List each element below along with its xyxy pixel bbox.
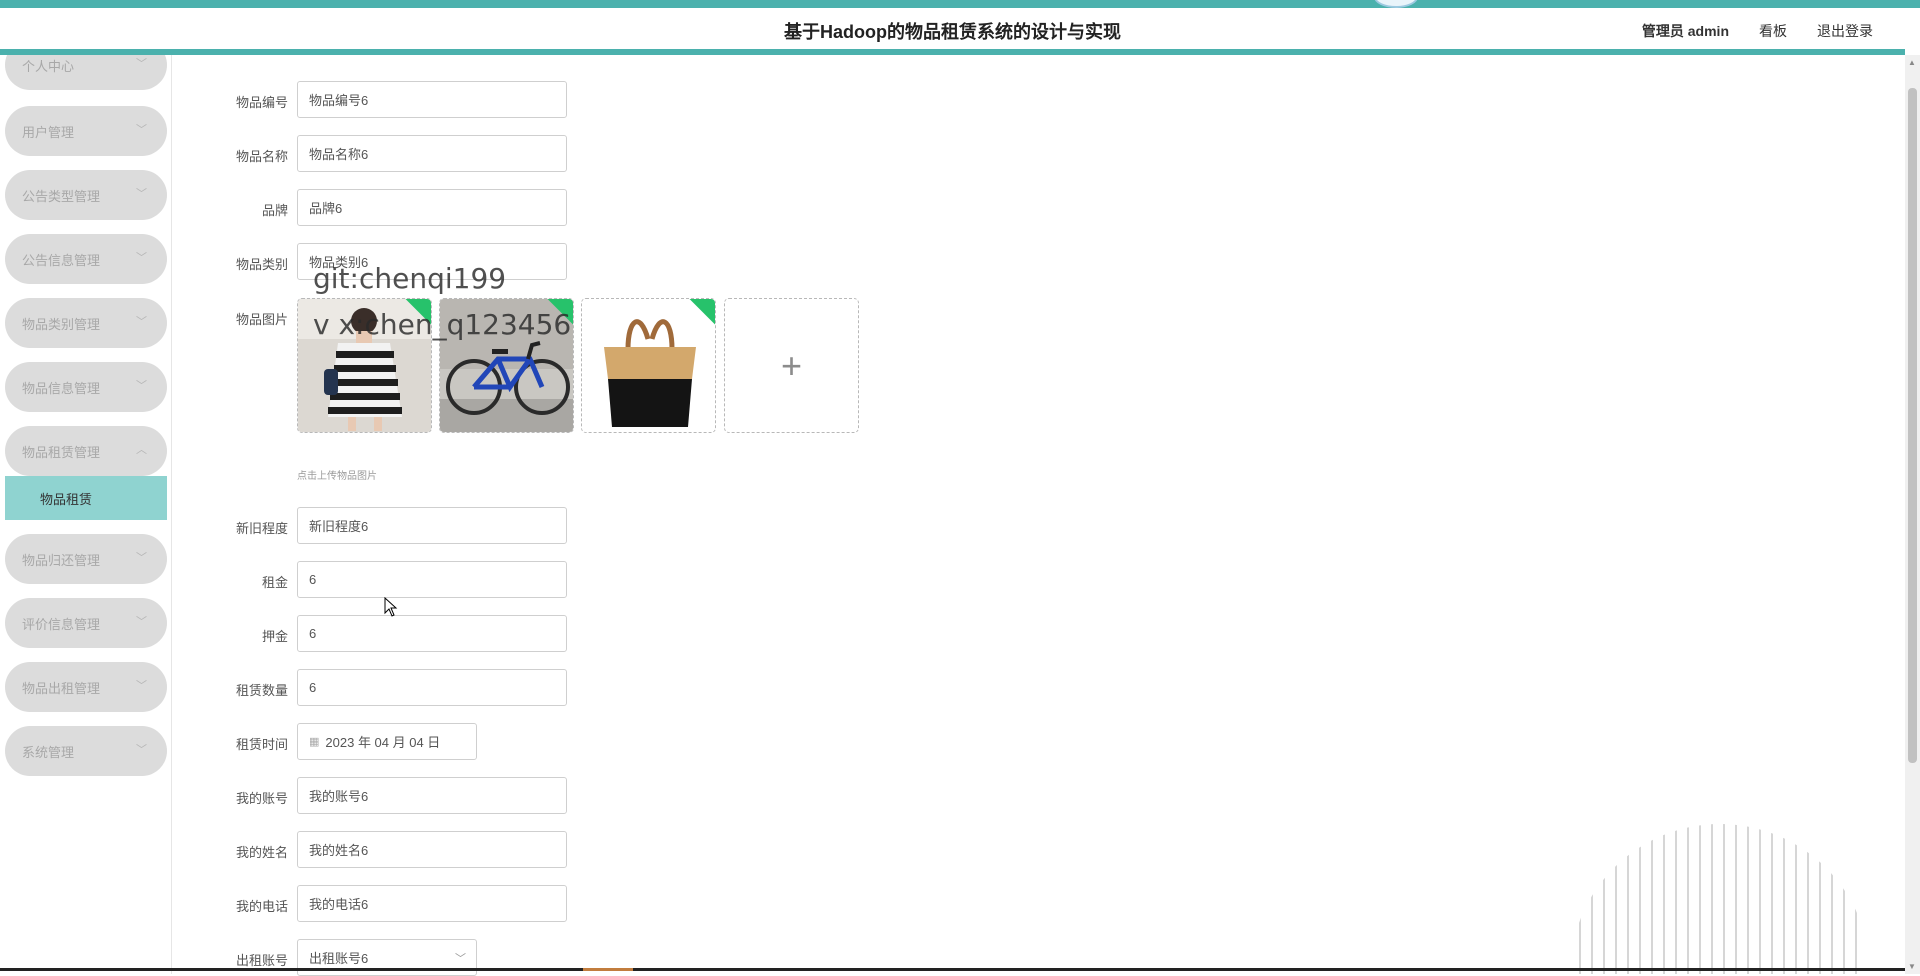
chevron-down-icon: ﹀ — [136, 552, 147, 564]
my-name-field[interactable]: 我的姓名6 — [297, 831, 567, 868]
chevron-down-icon: ﹀ — [136, 380, 147, 392]
image-thumbnail-bag[interactable] — [581, 298, 716, 433]
sidebar-item-system-management[interactable]: 系统管理 ﹀ — [5, 726, 167, 776]
chevron-down-icon: ﹀ — [136, 316, 147, 328]
sidebar-item-label: 系统管理 — [22, 744, 75, 760]
decorative-stripes — [1579, 824, 1857, 974]
item-image-label: 物品图片 — [235, 312, 288, 327]
lessor-account-label: 出租账号 — [235, 953, 288, 968]
rent-label: 租金 — [261, 575, 288, 590]
item-name-field[interactable]: 物品名称6 — [297, 135, 567, 172]
condition-label: 新旧程度 — [235, 521, 288, 536]
sidebar-item-label: 评价信息管理 — [22, 616, 101, 632]
plus-icon: + — [780, 344, 803, 386]
sidebar-item-item-category[interactable]: 物品类别管理 ﹀ — [5, 298, 167, 348]
chevron-down-icon: ﹀ — [136, 188, 147, 200]
chevron-down-icon: ﹀ — [136, 58, 147, 70]
header: 基于Hadoop的物品租赁系统的设计与实现 管理员 admin 看板 退出登录 — [0, 8, 1905, 55]
chevron-down-icon: ﹀ — [136, 680, 147, 692]
admin-user-label: 管理员 admin — [1641, 23, 1729, 39]
my-account-label: 我的账号 — [235, 791, 288, 806]
logout-link[interactable]: 退出登录 — [1817, 21, 1873, 41]
sidebar-item-label: 公告信息管理 — [22, 252, 101, 268]
sidebar-item-return-management[interactable]: 物品归还管理 ﹀ — [5, 534, 167, 584]
sidebar-item-lease-out-management[interactable]: 物品出租管理 ﹀ — [5, 662, 167, 712]
chevron-down-icon: ﹀ — [136, 124, 147, 136]
rental-quantity-field[interactable]: 6 — [297, 669, 567, 706]
item-category-label: 物品类别 — [235, 257, 288, 272]
item-no-label: 物品编号 — [235, 95, 288, 110]
sidebar-item-notice-type[interactable]: 公告类型管理 ﹀ — [5, 170, 167, 220]
sidebar-item-notice-info[interactable]: 公告信息管理 ﹀ — [5, 234, 167, 284]
sidebar-item-label: 物品归还管理 — [22, 552, 101, 568]
top-accent-strip — [0, 0, 1920, 8]
sidebar-item-rental-management[interactable]: 物品租赁管理 ︿ — [5, 426, 167, 476]
sidebar-item-label: 个人中心 — [22, 58, 75, 74]
watermark-line-1: git:chenqi199 — [313, 262, 507, 295]
rental-time-picker[interactable]: ▦ 2023 年 04 月 04 日 — [297, 723, 477, 760]
deposit-label: 押金 — [261, 629, 288, 644]
my-phone-field[interactable]: 我的电话6 — [297, 885, 567, 922]
sidebar-item-personal-center[interactable]: 个人中心 ﹀ — [5, 55, 167, 90]
brand-field[interactable]: 品牌6 — [297, 189, 567, 226]
my-phone-label: 我的电话 — [235, 899, 288, 914]
sidebar: 个人中心 ﹀ 用户管理 ﹀ 公告类型管理 ﹀ 公告信息管理 ﹀ 物品类别管理 ﹀… — [0, 55, 172, 974]
bottom-border — [0, 968, 1905, 971]
mouse-cursor-icon — [384, 597, 398, 617]
lessor-account-value: 出租账号6 — [309, 951, 369, 966]
sidebar-item-label: 物品出租管理 — [22, 680, 101, 696]
sidebar-subitem-label: 物品租赁 — [40, 491, 93, 507]
scroll-up-icon[interactable]: ▲ — [1908, 58, 1916, 67]
board-link[interactable]: 看板 — [1759, 21, 1787, 41]
my-account-field[interactable]: 我的账号6 — [297, 777, 567, 814]
condition-field[interactable]: 新旧程度6 — [297, 507, 567, 544]
sidebar-item-label: 物品信息管理 — [22, 380, 101, 396]
scroll-down-icon[interactable]: ▼ — [1908, 962, 1916, 971]
chevron-down-icon: ﹀ — [136, 744, 147, 756]
rent-field[interactable]: 6 — [297, 561, 567, 598]
image-upload-button[interactable]: + — [724, 298, 859, 433]
page-title: 基于Hadoop的物品租赁系统的设计与实现 — [784, 22, 1121, 42]
sidebar-item-review-management[interactable]: 评价信息管理 ﹀ — [5, 598, 167, 648]
item-name-label: 物品名称 — [235, 149, 288, 164]
sidebar-item-label: 公告类型管理 — [22, 188, 101, 204]
scroll-thumb[interactable] — [1908, 88, 1917, 763]
chevron-up-icon: ︿ — [136, 444, 147, 456]
watermark-line-2: v x:chen_q123456 — [313, 308, 572, 341]
deposit-field[interactable]: 6 — [297, 615, 567, 652]
upload-hint: 点击上传物品图片 — [297, 471, 377, 482]
sidebar-item-label: 物品类别管理 — [22, 316, 101, 332]
sidebar-item-label: 用户管理 — [22, 124, 75, 140]
header-actions: 管理员 admin 看板 退出登录 — [1642, 21, 1873, 41]
rental-time-value: 2023 年 04 月 04 日 — [325, 735, 441, 750]
brand-label: 品牌 — [261, 203, 288, 218]
chevron-down-icon: ﹀ — [136, 616, 147, 628]
sidebar-item-user-management[interactable]: 用户管理 ﹀ — [5, 106, 167, 156]
sidebar-subitem-rental[interactable]: 物品租赁 — [5, 476, 167, 520]
rental-time-label: 租赁时间 — [235, 737, 288, 752]
vertical-scrollbar[interactable]: ▲ ▼ — [1905, 55, 1920, 974]
chevron-down-icon: ﹀ — [455, 953, 466, 965]
sidebar-item-item-info[interactable]: 物品信息管理 ﹀ — [5, 362, 167, 412]
calendar-icon: ▦ — [309, 736, 320, 748]
item-no-field[interactable]: 物品编号6 — [297, 81, 567, 118]
bottom-accent — [583, 968, 633, 971]
chevron-down-icon: ﹀ — [136, 252, 147, 264]
my-name-label: 我的姓名 — [235, 845, 288, 860]
rental-quantity-label: 租赁数量 — [235, 683, 288, 698]
sidebar-item-label: 物品租赁管理 — [22, 444, 101, 460]
